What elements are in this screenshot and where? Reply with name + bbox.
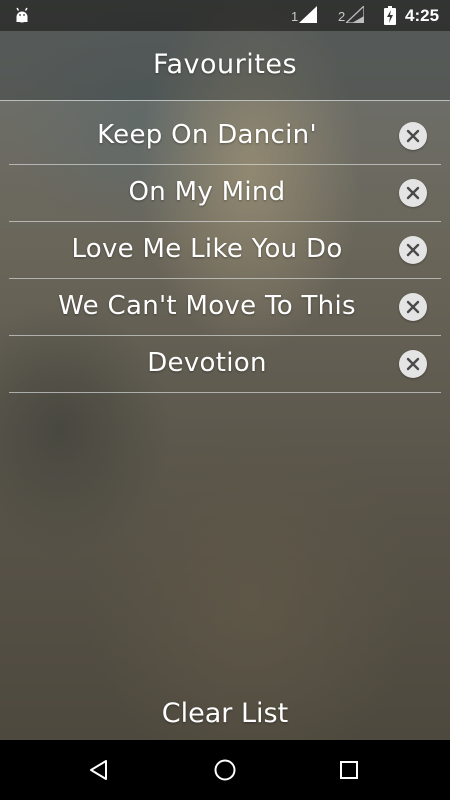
favourites-list: Keep On Dancin' On My Mind Love Me Like … [9, 108, 441, 393]
signal-sim2: 2 [338, 6, 365, 24]
song-title: On My Mind [128, 177, 286, 207]
list-item[interactable]: Keep On Dancin' [9, 108, 441, 165]
battery-charging-icon [384, 6, 396, 25]
song-title: Keep On Dancin' [97, 120, 317, 150]
sim1-label: 1 [291, 9, 299, 24]
navigation-bar [0, 740, 450, 800]
status-bar: 1 2 4:25 [0, 0, 450, 31]
close-icon [406, 357, 420, 371]
close-icon [406, 243, 420, 257]
remove-favourite-button[interactable] [399, 179, 427, 207]
signal-sim2-icon [346, 6, 365, 23]
recents-button[interactable] [332, 753, 366, 787]
close-icon [406, 300, 420, 314]
sim2-label: 2 [338, 9, 346, 24]
song-title: Love Me Like You Do [71, 234, 343, 264]
list-item[interactable]: On My Mind [9, 165, 441, 222]
list-item[interactable]: Love Me Like You Do [9, 222, 441, 279]
status-clock: 4:25 [405, 6, 440, 25]
signal-sim1: 1 [291, 6, 318, 24]
list-item[interactable]: Devotion [9, 336, 441, 393]
remove-favourite-button[interactable] [399, 236, 427, 264]
back-button[interactable] [82, 753, 116, 787]
recents-icon [340, 761, 358, 779]
close-icon [406, 186, 420, 200]
song-title: We Can't Move To This [58, 291, 356, 321]
list-item[interactable]: We Can't Move To This [9, 279, 441, 336]
clear-list-button[interactable]: Clear List [125, 692, 325, 736]
remove-favourite-button[interactable] [399, 122, 427, 150]
favourites-header: Favourites [0, 31, 450, 101]
android-notification-icon [16, 7, 28, 23]
close-icon [406, 129, 420, 143]
song-title: Devotion [147, 348, 267, 378]
back-icon [90, 760, 107, 780]
remove-favourite-button[interactable] [399, 293, 427, 321]
remove-favourite-button[interactable] [399, 350, 427, 378]
signal-sim1-icon [299, 6, 318, 23]
home-button[interactable] [208, 753, 242, 787]
page-title: Favourites [152, 49, 298, 80]
home-icon [214, 759, 236, 781]
